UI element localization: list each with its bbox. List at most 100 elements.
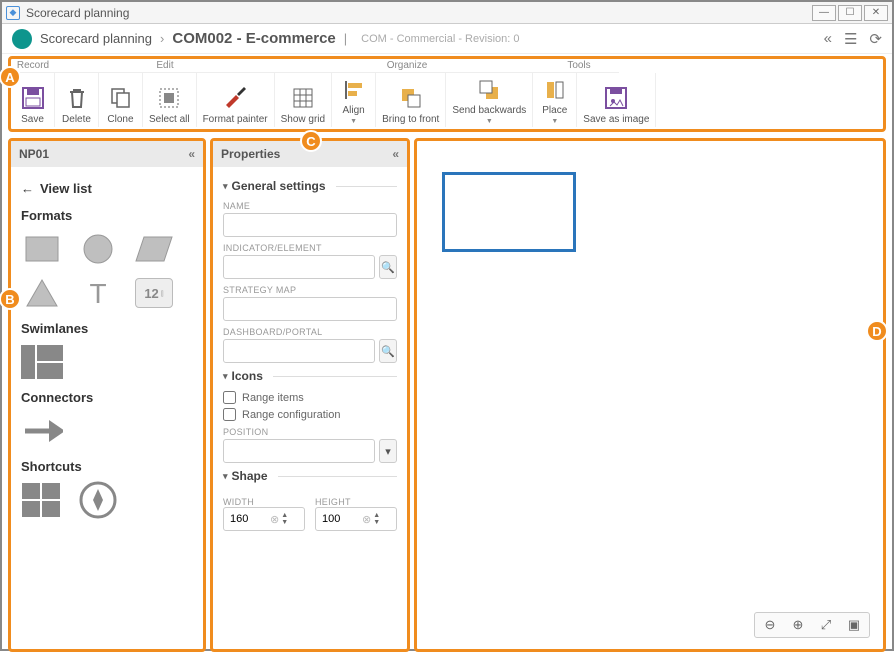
- window-title: Scorecard planning: [26, 6, 129, 20]
- delete-button[interactable]: Delete: [55, 73, 99, 127]
- image-icon: ▣: [848, 617, 860, 633]
- close-button[interactable]: ✕: [864, 5, 888, 21]
- clone-icon: [107, 84, 135, 112]
- refresh-icon[interactable]: ⟳: [869, 30, 882, 48]
- place-button[interactable]: Place ▼: [533, 73, 577, 127]
- chevron-down-icon: ▼: [350, 118, 357, 125]
- section-shortcuts: Shortcuts: [21, 459, 193, 474]
- chevron-down-icon: ▼: [486, 118, 493, 125]
- module-icon: [8, 24, 36, 52]
- canvas-panel: ⊖ ⊕ ⤢ ▣: [414, 138, 886, 652]
- shape-text[interactable]: T: [77, 275, 119, 311]
- svg-text:T: T: [89, 278, 106, 309]
- toolbar: Record Edit Organize Tools Save Delete C…: [8, 56, 886, 132]
- spin-down-icon[interactable]: ▼: [373, 519, 380, 526]
- title-bar: ◆ Scorecard planning — ☐ ✕: [2, 2, 892, 24]
- chevron-down-icon: ▼: [551, 118, 558, 125]
- shape-rectangle[interactable]: [21, 231, 63, 267]
- name-label: NAME: [223, 201, 397, 211]
- select-all-icon: [155, 84, 183, 112]
- align-button[interactable]: Align ▼: [332, 73, 376, 127]
- format-painter-button[interactable]: Format painter: [197, 73, 275, 127]
- callout-b: B: [0, 288, 21, 310]
- group-icons[interactable]: Icons: [223, 369, 397, 383]
- indicator-search-button[interactable]: 🔍: [379, 255, 397, 279]
- callout-a: A: [0, 66, 21, 88]
- group-general[interactable]: General settings: [223, 179, 397, 193]
- app-icon: ◆: [6, 6, 20, 20]
- breadcrumb-current: COM002 - E-commerce: [172, 30, 335, 47]
- minimize-button[interactable]: —: [812, 5, 836, 21]
- clear-icon[interactable]: ⊗: [362, 513, 371, 526]
- clear-icon[interactable]: ⊗: [270, 513, 279, 526]
- save-icon: [19, 84, 47, 112]
- strategy-input[interactable]: [223, 297, 397, 321]
- list-icon[interactable]: ☰: [844, 30, 857, 48]
- connector-arrow[interactable]: [21, 413, 63, 449]
- fit-screen-button[interactable]: ⤢: [813, 615, 839, 635]
- width-label: WIDTH: [223, 497, 305, 507]
- image-view-button[interactable]: ▣: [841, 615, 867, 635]
- align-icon: [340, 77, 368, 103]
- expand-up-icon[interactable]: «: [824, 30, 832, 48]
- bring-front-icon: [397, 84, 425, 112]
- name-input[interactable]: [223, 213, 397, 237]
- group-tools: Tools: [539, 59, 619, 73]
- height-input[interactable]: [322, 513, 362, 525]
- canvas[interactable]: ⊖ ⊕ ⤢ ▣: [420, 144, 880, 646]
- callout-c: C: [300, 130, 322, 152]
- select-all-button[interactable]: Select all: [143, 73, 197, 127]
- breadcrumb-meta: COM - Commercial - Revision: 0: [361, 33, 519, 45]
- collapse-props-icon[interactable]: «: [392, 147, 399, 161]
- spin-up-icon[interactable]: ▲: [281, 512, 288, 519]
- spin-down-icon[interactable]: ▼: [281, 519, 288, 526]
- brush-icon: [221, 84, 249, 112]
- swimlane-shape[interactable]: [21, 344, 63, 380]
- shape-kpi-badge[interactable]: 12⫾: [133, 275, 175, 311]
- shape-triangle[interactable]: [21, 275, 63, 311]
- clone-button[interactable]: Clone: [99, 73, 143, 127]
- group-shape[interactable]: Shape: [223, 469, 397, 483]
- group-organize: Organize: [275, 59, 539, 73]
- breadcrumb: Scorecard planning › COM002 - E-commerce…: [2, 24, 892, 54]
- chevron-right-icon: ›: [160, 31, 164, 46]
- dashboard-search-button[interactable]: 🔍: [379, 339, 397, 363]
- zoom-out-icon: ⊖: [765, 617, 776, 633]
- callout-d: D: [866, 320, 888, 342]
- collapse-left-icon[interactable]: «: [188, 147, 195, 161]
- height-stepper[interactable]: ⊗ ▲▼: [315, 507, 397, 531]
- view-list-button[interactable]: ← View list: [21, 181, 193, 196]
- place-icon: [541, 77, 569, 103]
- left-panel-title: NP01: [19, 147, 49, 161]
- section-formats: Formats: [21, 208, 193, 223]
- range-items-checkbox[interactable]: Range items: [223, 391, 397, 404]
- zoom-out-button[interactable]: ⊖: [757, 615, 783, 635]
- send-back-button[interactable]: Send backwards ▼: [446, 73, 533, 127]
- bring-front-button[interactable]: Bring to front: [376, 73, 446, 127]
- shortcut-grid[interactable]: [21, 482, 63, 518]
- show-grid-button[interactable]: Show grid: [275, 73, 332, 127]
- width-input[interactable]: [230, 513, 270, 525]
- breadcrumb-root[interactable]: Scorecard planning: [40, 31, 152, 46]
- chevron-down-icon: ▾: [385, 445, 391, 458]
- dashboard-label: DASHBOARD/PORTAL: [223, 327, 397, 337]
- position-select[interactable]: [223, 439, 375, 463]
- shape-circle[interactable]: [77, 231, 119, 267]
- save-image-button[interactable]: Save as image: [577, 73, 656, 127]
- spin-up-icon[interactable]: ▲: [373, 512, 380, 519]
- indicator-input[interactable]: [223, 255, 375, 279]
- height-label: HEIGHT: [315, 497, 397, 507]
- indicator-label: INDICATOR/ELEMENT: [223, 243, 397, 253]
- maximize-button[interactable]: ☐: [838, 5, 862, 21]
- dashboard-input[interactable]: [223, 339, 375, 363]
- selected-rectangle-shape[interactable]: [442, 172, 576, 252]
- position-dropdown-button[interactable]: ▾: [379, 439, 397, 463]
- zoom-toolbar: ⊖ ⊕ ⤢ ▣: [754, 612, 870, 638]
- zoom-in-button[interactable]: ⊕: [785, 615, 811, 635]
- width-stepper[interactable]: ⊗ ▲▼: [223, 507, 305, 531]
- shapes-panel: NP01 « ← View list Formats T 12⫾ Swimlan…: [8, 138, 206, 652]
- shape-parallelogram[interactable]: [133, 231, 175, 267]
- range-config-checkbox[interactable]: Range configuration: [223, 408, 397, 421]
- shortcut-compass[interactable]: [77, 482, 119, 518]
- compress-icon: ⤢: [821, 617, 831, 633]
